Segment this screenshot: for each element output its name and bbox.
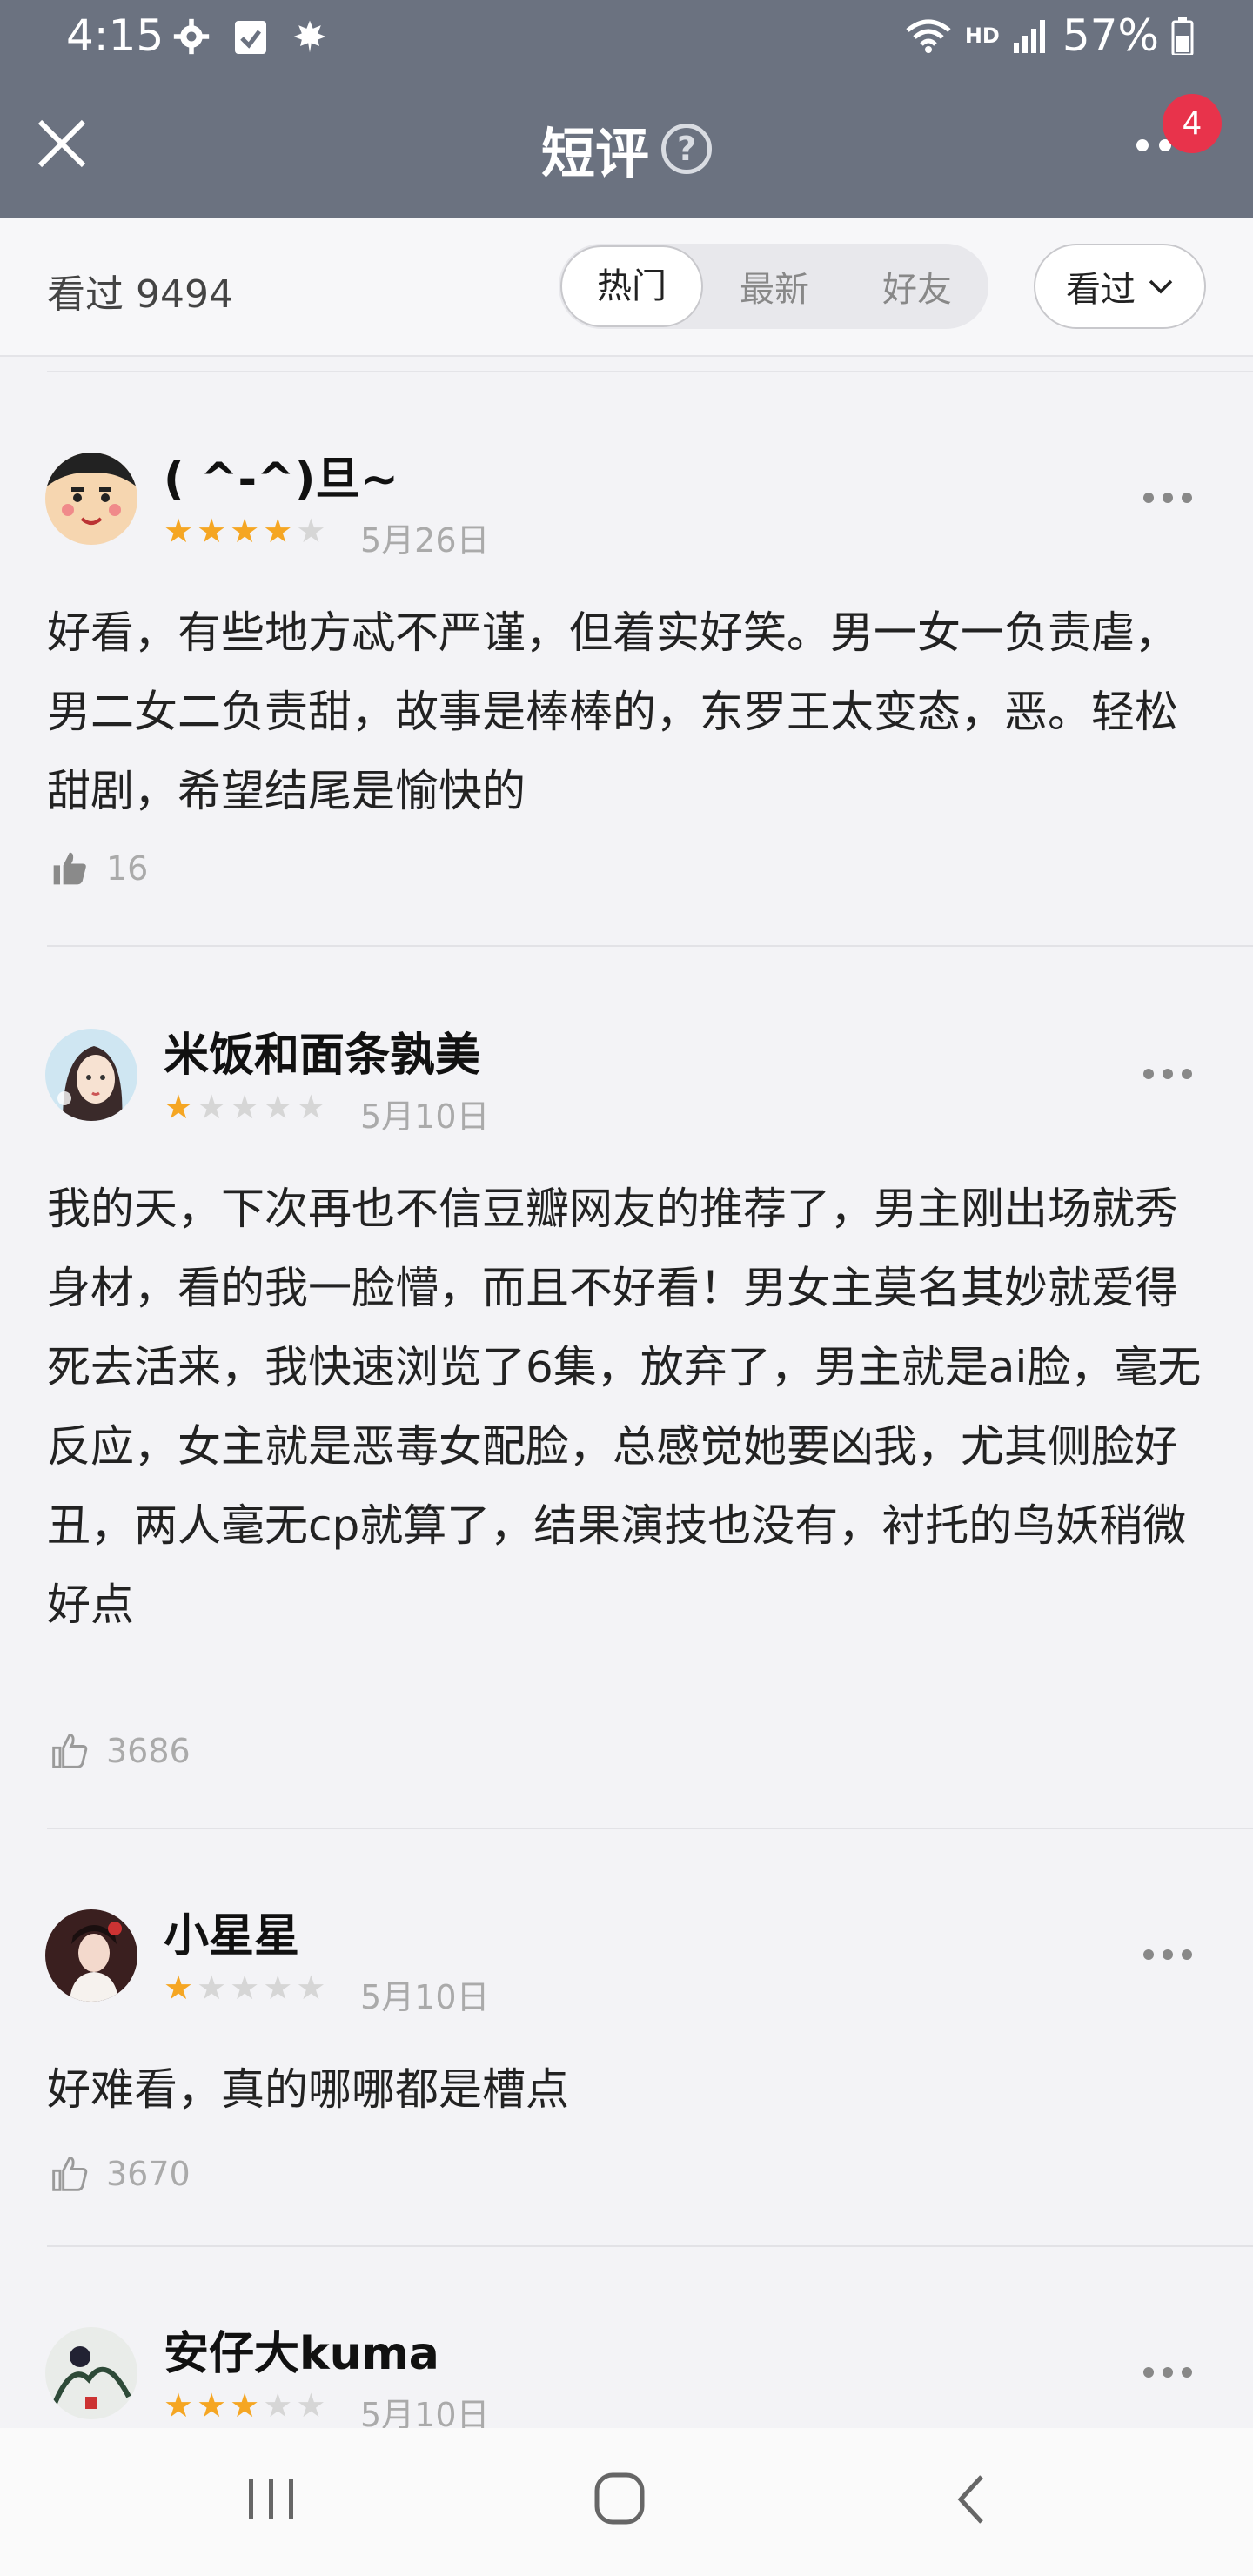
- rating-stars: ★ ★ ★ ★ ★: [164, 1969, 325, 2007]
- sort-segmented-control: 热门 最新 好友: [559, 244, 988, 329]
- commenter-name[interactable]: 安仔大kuma: [164, 2317, 439, 2382]
- status-right: HD 57%: [904, 10, 1194, 61]
- rating-stars: ★ ★ ★ ★ ★: [164, 1088, 325, 1126]
- status-bar: 4:15 HD 57%: [0, 0, 1253, 78]
- star-icon: ★: [296, 1088, 326, 1126]
- star-icon: ★: [263, 1088, 293, 1126]
- more-options-icon[interactable]: [1143, 1069, 1192, 1079]
- notification-badge[interactable]: 4: [1163, 94, 1222, 153]
- comment-date: 5月10日: [360, 2396, 490, 2428]
- settings-icon: [173, 18, 210, 55]
- thumbs-up-icon: [53, 852, 86, 885]
- comment-item: ( ^-^)旦~ ★ ★ ★ ★ ★ 5月26日 好看，有些地方忒不严谨，但着实好笑。男…: [0, 372, 1253, 947]
- more-options-icon[interactable]: [1143, 493, 1192, 503]
- page-title: 短评: [540, 122, 649, 185]
- app-screen: 4:15 HD 57% 短评 ? 4 看过 9494 热门 最新 好友 看过 (…: [0, 0, 1253, 2576]
- star-icon: ★: [296, 512, 326, 550]
- star-icon: ★: [263, 512, 293, 550]
- title-wrap: 短评 ?: [0, 110, 1253, 188]
- star-icon: ★: [230, 2386, 260, 2425]
- commenter-name[interactable]: 米饭和面条孰美: [164, 1018, 480, 1083]
- home-icon[interactable]: [593, 2472, 646, 2526]
- like-count: 16: [106, 849, 149, 888]
- star-icon: ★: [197, 512, 227, 550]
- avatar[interactable]: [45, 2327, 137, 2419]
- star-icon: ★: [230, 1969, 260, 2007]
- rating-stars: ★ ★ ★ ★ ★: [164, 2386, 325, 2425]
- like-button[interactable]: 3686: [50, 1732, 191, 1770]
- calendar-check-icon: [235, 21, 266, 54]
- star-icon: ★: [230, 1088, 260, 1126]
- star-icon: ★: [197, 1088, 227, 1126]
- more-options-icon[interactable]: [1143, 2367, 1192, 2378]
- avatar[interactable]: [45, 1909, 137, 2002]
- help-icon[interactable]: ?: [661, 124, 712, 174]
- status-time: 4:15: [66, 10, 164, 61]
- divider: [47, 945, 1253, 947]
- chevron-down-icon: [1149, 279, 1173, 294]
- star-icon: ★: [164, 1088, 194, 1126]
- comment-item: 安仔大kuma ★ ★ ★ ★ ★ 5月10日: [0, 2247, 1253, 2428]
- star-icon: ★: [296, 1969, 326, 2007]
- comment-text: 好难看，真的哪哪都是槽点: [47, 2064, 569, 2115]
- star-icon: ★: [164, 1969, 194, 2007]
- status-dropdown[interactable]: 看过: [1034, 244, 1206, 329]
- system-nav-bar: [0, 2428, 1253, 2576]
- watched-count: 看过 9494: [47, 272, 233, 317]
- recent-apps-icon[interactable]: [247, 2475, 296, 2522]
- star-icon: ★: [263, 2386, 293, 2425]
- more-options-icon[interactable]: [1136, 139, 1171, 151]
- tab-friends[interactable]: 好友: [846, 261, 988, 312]
- star-icon: ★: [197, 2386, 227, 2425]
- thumbs-up-icon: [52, 2157, 88, 2191]
- star-icon: ★: [296, 2386, 326, 2425]
- battery-percent: 57%: [1062, 10, 1159, 61]
- comment-date: 5月10日: [360, 1978, 490, 2016]
- wifi-icon: [906, 19, 951, 53]
- comment-item: 小星星 ★ ★ ★ ★ ★ 5月10日 好难看，真的哪哪都是槽点 3670: [0, 1829, 1253, 2247]
- status-left-icons: [172, 17, 329, 56]
- signal-icon: [1013, 20, 1045, 53]
- star-icon: ★: [164, 2386, 194, 2425]
- star-icon: ★: [164, 512, 194, 550]
- rating-stars: ★ ★ ★ ★ ★: [164, 512, 325, 550]
- avatar[interactable]: [45, 1029, 137, 1121]
- hd-indicator: HD: [964, 23, 1000, 48]
- like-count: 3670: [106, 2155, 191, 2193]
- tab-latest[interactable]: 最新: [703, 261, 846, 312]
- maple-leaf-icon: [293, 20, 326, 53]
- back-icon[interactable]: [954, 2473, 988, 2526]
- dropdown-label: 看过: [1066, 270, 1136, 310]
- comment-text: 好看，有些地方忒不严谨，但着实好笑。男一女一负责虐，男二女二负责甜，故事是棒棒的…: [47, 607, 1178, 816]
- like-button[interactable]: 3670: [50, 2155, 191, 2193]
- filter-bar: 看过 9494 热门 最新 好友 看过: [0, 218, 1253, 357]
- star-icon: ★: [197, 1969, 227, 2007]
- thumbs-up-icon: [52, 1734, 88, 1768]
- more-options-icon[interactable]: [1143, 1949, 1192, 1960]
- commenter-name[interactable]: 小星星: [164, 1899, 299, 1964]
- like-count: 3686: [106, 1732, 191, 1770]
- commenter-name[interactable]: ( ^-^)旦~: [164, 442, 399, 507]
- like-button[interactable]: 16: [50, 849, 148, 888]
- comment-text: 我的天，下次再也不信豆瓣网友的推荐了，男主刚出场就秀身材，看的我一脸懵，而且不好…: [47, 1184, 1202, 1630]
- tab-hot[interactable]: 热门: [560, 245, 703, 327]
- star-icon: ★: [263, 1969, 293, 2007]
- comment-date: 5月10日: [360, 1097, 490, 1136]
- avatar[interactable]: [45, 453, 137, 545]
- star-icon: ★: [230, 512, 260, 550]
- comment-date: 5月26日: [360, 521, 490, 560]
- title-bar: 短评 ? 4: [0, 78, 1253, 218]
- battery-icon: [1171, 17, 1194, 55]
- comment-item: 米饭和面条孰美 ★ ★ ★ ★ ★ 5月10日 我的天，下次再也不信豆瓣网友的推荐了，男…: [0, 949, 1253, 1829]
